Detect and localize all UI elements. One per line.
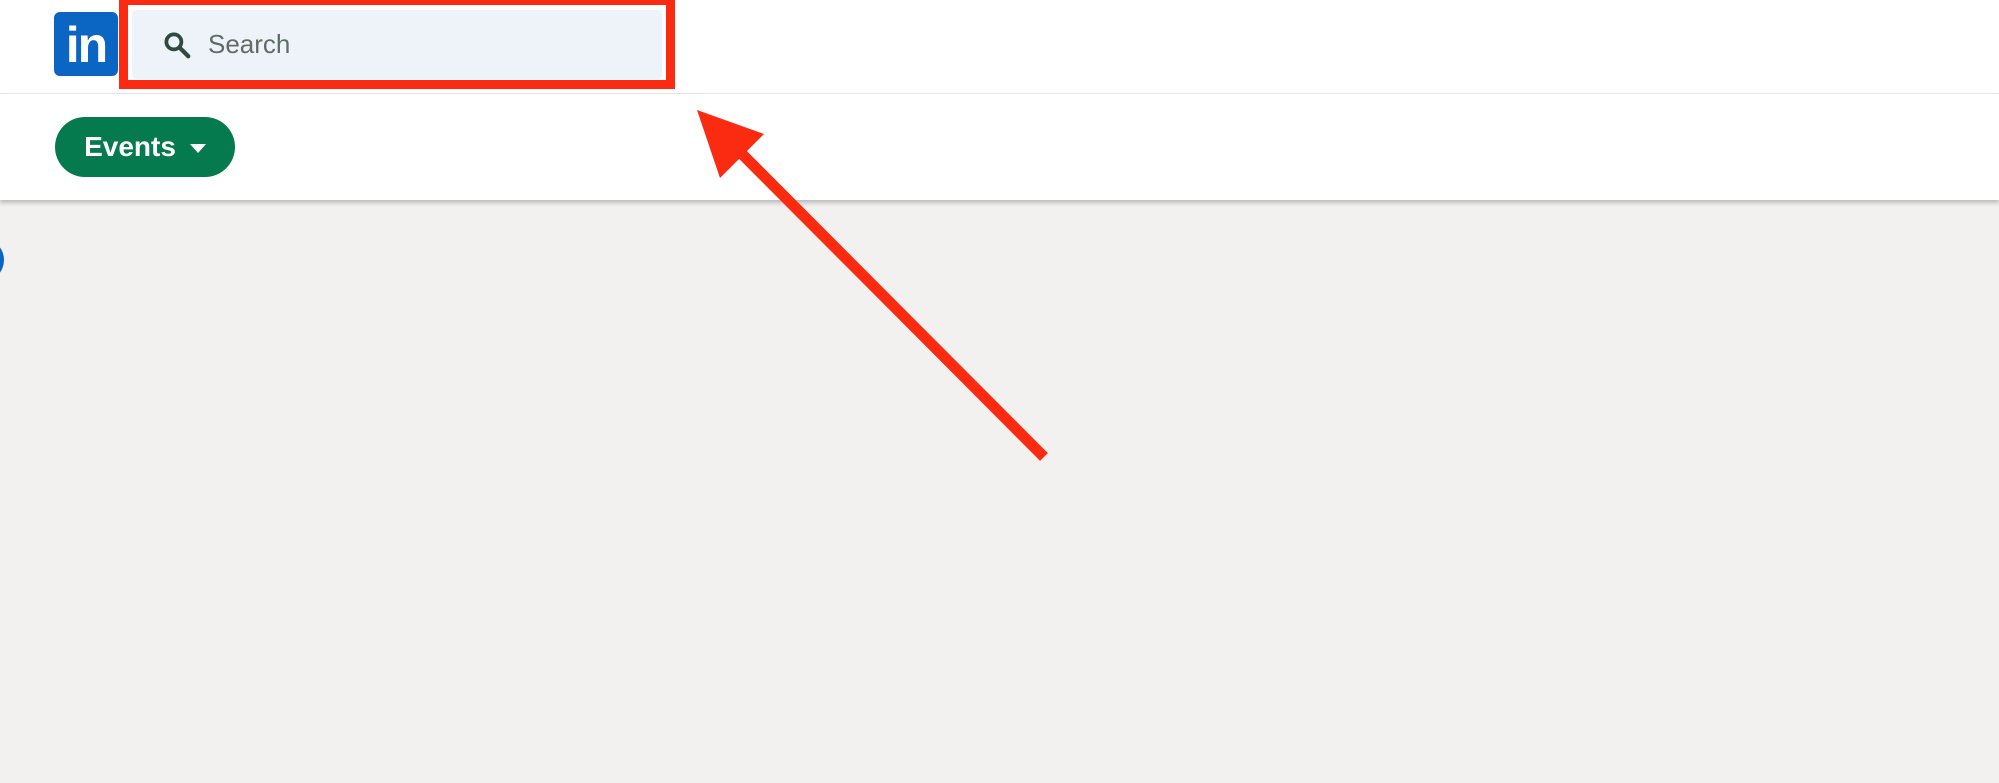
events-dropdown-button[interactable]: Events bbox=[55, 117, 235, 177]
partial-circle-icon bbox=[0, 238, 4, 282]
page: in Search Events bbox=[0, 0, 1999, 783]
secondary-navigation-bar: Events bbox=[0, 94, 1999, 200]
caret-down-icon bbox=[189, 143, 206, 153]
events-button-label: Events bbox=[84, 131, 176, 162]
annotation-highlight-box bbox=[119, 0, 675, 89]
linkedin-logo-icon[interactable]: in bbox=[54, 12, 118, 76]
